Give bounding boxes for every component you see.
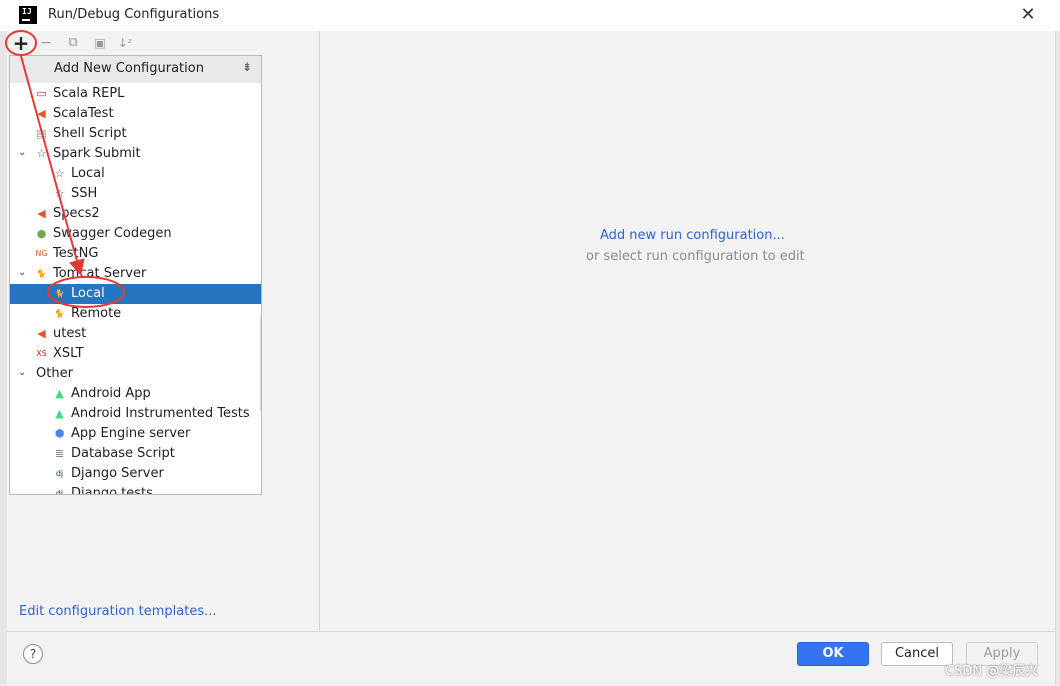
django-tests-icon: dj	[55, 489, 64, 495]
tree-item-testng[interactable]: NG TestNG	[10, 244, 261, 264]
intellij-logo-icon: IJ	[19, 6, 37, 24]
tree-item-remote[interactable]: 🐈 Remote	[10, 304, 261, 324]
popup-title: Add New Configuration	[54, 61, 204, 76]
scalatest-icon: ◀	[37, 107, 46, 120]
tree-item-label: SSH	[71, 186, 98, 201]
tree-item-other[interactable]: ⌄ Other	[10, 364, 261, 384]
close-icon[interactable]: ✕	[1018, 4, 1038, 26]
chevron-down-icon[interactable]: ⌄	[18, 267, 28, 279]
tree-item-label: Spark Submit	[53, 146, 141, 161]
app-engine-icon: ⬢	[54, 427, 65, 440]
background-window-edge-left	[0, 31, 7, 685]
tree-item-label: Database Script	[71, 446, 175, 461]
tree-item-label: utest	[53, 326, 87, 341]
tree-item-specs2[interactable]: ◀ Specs2	[10, 204, 261, 224]
add-new-configuration-popup: Add New Configuration ⇟ ▭ Scala REPL ◀ Scal…	[9, 55, 262, 495]
tree-item-label: Android Instrumented Tests	[71, 406, 250, 421]
tree-item-label: Local	[71, 286, 105, 301]
tree-item-label: ScalaTest	[53, 106, 114, 121]
tree-item-local[interactable]: ☆ Local	[10, 164, 261, 184]
popup-header: Add New Configuration ⇟	[10, 56, 261, 83]
tree-item-label: Scala REPL	[53, 86, 125, 101]
tree-item-ssh[interactable]: ☆ SSH	[10, 184, 261, 204]
scala-repl-icon: ▭	[36, 87, 47, 100]
spark-icon: ☆	[36, 147, 47, 160]
tree-item-xslt[interactable]: XS XSLT	[10, 344, 261, 364]
tree-item-app-engine-server[interactable]: ⬢ App Engine server	[10, 424, 261, 444]
copy-configuration-icon[interactable]: ⧉	[64, 34, 82, 52]
tree-item-label: Local	[71, 166, 105, 181]
tree-item-android-app[interactable]: ▲ Android App	[10, 384, 261, 404]
tree-item-scalatest[interactable]: ◀ ScalaTest	[10, 104, 261, 124]
testng-icon: NG	[35, 249, 48, 258]
tree-item-label: Django Server	[71, 466, 164, 481]
spark-local-icon: ☆	[54, 167, 65, 180]
xslt-icon: XS	[36, 349, 47, 358]
popup-scrollbar[interactable]	[260, 316, 261, 411]
add-configuration-icon[interactable]: +	[12, 33, 30, 53]
tree-item-shell-script[interactable]: ▤ Shell Script	[10, 124, 261, 144]
specs2-icon: ◀	[37, 207, 46, 220]
help-icon[interactable]: ?	[23, 644, 43, 664]
tree-item-label: Remote	[71, 306, 122, 321]
database-script-icon: ≣	[54, 447, 65, 460]
tree-item-django-tests[interactable]: dj Django tests	[10, 484, 261, 495]
tree-item-android-instrumented-tests[interactable]: ▲ Android Instrumented Tests	[10, 404, 261, 424]
sort-icon[interactable]: ↓ᶻ	[116, 34, 134, 52]
shell-script-icon: ▤	[36, 127, 47, 140]
tree-item-label: Swagger Codegen	[53, 226, 172, 241]
new-folder-icon[interactable]: ▣	[91, 34, 109, 52]
tomcat-remote-icon: 🐈	[54, 309, 65, 318]
tree-item-utest[interactable]: ◀ utest	[10, 324, 261, 344]
tree-item-local[interactable]: 🐈 Local	[10, 284, 261, 304]
tree-item-label: Specs2	[53, 206, 100, 221]
chevron-down-icon[interactable]: ⌄	[18, 367, 28, 379]
android-test-icon: ▲	[55, 407, 64, 420]
swagger-icon: ●	[36, 227, 47, 240]
tree-item-label: Shell Script	[53, 126, 127, 141]
tree-item-label: Other	[36, 366, 73, 381]
tree-item-label: Android App	[71, 386, 151, 401]
dialog-title: Run/Debug Configurations	[48, 7, 220, 22]
remove-configuration-icon[interactable]: −	[38, 34, 54, 52]
background-window-edge-right	[1055, 31, 1060, 685]
run-debug-dialog: IJ Run/Debug Configurations ✕ + − ⧉ ▣ ↓ᶻ…	[0, 0, 1060, 686]
tree-item-label: Django tests	[71, 486, 153, 495]
tree-item-django-server[interactable]: dj Django Server	[10, 464, 261, 484]
tomcat-icon: 🐈	[36, 269, 47, 278]
tree-item-label: XSLT	[53, 346, 84, 361]
spark-ssh-icon: ☆	[54, 187, 65, 200]
tree-item-label: Tomcat Server	[53, 266, 147, 281]
tomcat-local-icon: 🐈	[54, 289, 65, 298]
edit-templates-link[interactable]: Edit configuration templates...	[19, 604, 217, 619]
android-icon: ▲	[55, 387, 64, 400]
select-configuration-hint: or select run configuration to edit	[586, 249, 805, 264]
cancel-button[interactable]: Cancel	[881, 642, 953, 666]
watermark: CSDN @梁辰兴	[945, 664, 1039, 679]
ok-button[interactable]: OK	[797, 642, 869, 666]
details-panel	[320, 31, 1055, 631]
utest-icon: ◀	[37, 327, 46, 340]
chevron-down-icon[interactable]: ⌄	[18, 147, 28, 159]
tree-item-tomcat-server[interactable]: ⌄ 🐈 Tomcat Server	[10, 264, 261, 284]
django-icon: dj	[55, 469, 64, 478]
add-run-configuration-link[interactable]: Add new run configuration...	[600, 228, 785, 243]
tree-item-label: TestNG	[53, 246, 99, 261]
tree-item-spark-submit[interactable]: ⌄ ☆ Spark Submit	[10, 144, 261, 164]
tree-item-label: App Engine server	[71, 426, 191, 441]
tree-item-scala-repl[interactable]: ▭ Scala REPL	[10, 84, 261, 104]
tree-item-swagger-codegen[interactable]: ● Swagger Codegen	[10, 224, 261, 244]
title-bar: IJ Run/Debug Configurations ✕	[0, 0, 1060, 31]
tree-item-database-script[interactable]: ≣ Database Script	[10, 444, 261, 464]
collapse-all-icon[interactable]: ⇟	[242, 60, 256, 76]
